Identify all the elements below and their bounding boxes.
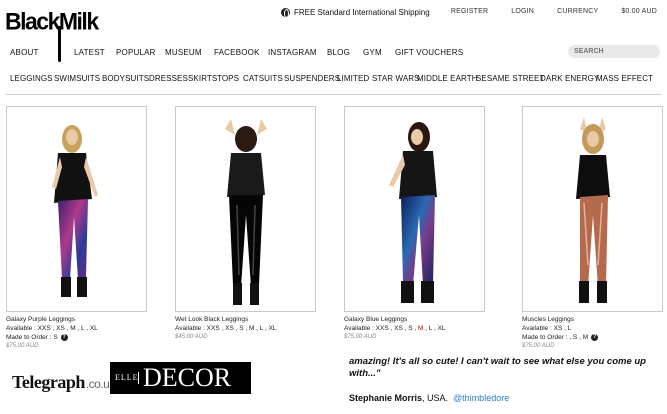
cat-limited[interactable]: LIMITED: [337, 74, 372, 83]
help-icon[interactable]: ?: [60, 334, 68, 341]
product-image[interactable]: [522, 106, 663, 312]
decor-text: DECOR: [143, 363, 232, 392]
made-to-order-text: Made to Order : , S , M: [522, 334, 589, 341]
product-name[interactable]: Wet Look Black Leggings: [175, 316, 316, 324]
globe-icon: [281, 8, 290, 18]
help-icon[interactable]: ?: [591, 334, 599, 341]
product-image[interactable]: [6, 106, 147, 312]
blackmilk-logo[interactable]: BlackMilk: [5, 7, 99, 38]
login-link[interactable]: LOGIN: [511, 8, 534, 15]
main-nav: ABOUT LATEST POPULAR MUSEUM FACEBOOK INS…: [10, 48, 463, 57]
product-price: $75.00 AUD: [344, 334, 377, 340]
product-name[interactable]: Galaxy Blue Leggings: [344, 316, 485, 324]
nav-latest[interactable]: LATEST: [74, 48, 116, 57]
cat-catsuits[interactable]: CATSUITS: [243, 74, 284, 83]
register-link[interactable]: REGISTER: [451, 8, 488, 15]
account-nav: REGISTER LOGIN CURRENCY $0.00 AUD: [428, 8, 657, 15]
header-divider: [6, 94, 661, 95]
product-price: $75.00 AUD: [522, 343, 555, 349]
cat-swimsuits[interactable]: SWIMSUITS: [54, 74, 102, 83]
cart-total-link[interactable]: $0.00 AUD: [621, 8, 657, 15]
shipping-banner: FREE Standard International Shipping: [281, 8, 430, 18]
cat-skirts[interactable]: SKIRTS: [188, 74, 217, 83]
cat-dresses[interactable]: DRESSES: [149, 74, 188, 83]
cat-mass-effect[interactable]: MASS EFFECT: [596, 74, 653, 83]
model-photo: [51, 125, 98, 297]
nav-museum[interactable]: MUSEUM: [165, 48, 214, 57]
cat-suspenders[interactable]: SUSPENDERS: [284, 74, 340, 83]
author-handle-link[interactable]: @thimbledore: [453, 393, 509, 403]
made-to-order: Made to Order : S ?: [6, 333, 147, 342]
availability-text-rest: , L , XL: [423, 325, 446, 332]
product-availability: Available : XXS , XS , S , M , L , XL: [175, 325, 277, 332]
nav-instagram[interactable]: INSTAGRAM: [268, 48, 327, 57]
nav-popular[interactable]: POPULAR: [116, 48, 165, 57]
product-price: $45.00 AUD: [175, 334, 208, 340]
nav-about[interactable]: ABOUT: [10, 48, 58, 57]
elle-text: ELLE: [115, 372, 139, 384]
model-photo: [388, 122, 437, 303]
shipping-text: FREE Standard International Shipping: [294, 8, 430, 17]
testimonial-quote: amazing! It's all so cute! I can't wait …: [349, 356, 646, 379]
product-card[interactable]: Muscles Leggings Available : XS , L Made…: [522, 106, 663, 350]
product-price: $75.00 AUD: [6, 343, 39, 349]
model-photo: [575, 117, 610, 303]
search-input[interactable]: [568, 45, 660, 58]
cat-bodysuits[interactable]: BODYSUITS: [102, 74, 149, 83]
cat-tops[interactable]: TOPS: [217, 74, 243, 83]
currency-link[interactable]: CURRENCY: [557, 8, 598, 15]
product-card[interactable]: Wet Look Black Leggings Available : XXS …: [175, 106, 316, 341]
elle-decor-logo[interactable]: ELLE DECOR: [110, 362, 251, 394]
category-nav: LEGGINGS SWIMSUITS BODYSUITS DRESSES SKI…: [10, 74, 661, 83]
product-availability: Available : XXS , XS , M , L , XL: [6, 325, 98, 332]
author-name: Stephanie Morris: [349, 393, 423, 403]
cat-leggings[interactable]: LEGGINGS: [10, 74, 54, 83]
product-name[interactable]: Muscles Leggings: [522, 316, 663, 324]
product-name[interactable]: Galaxy Purple Leggings: [6, 316, 147, 324]
product-image[interactable]: [344, 106, 485, 312]
cat-middle-earth[interactable]: MIDDLE EARTH: [417, 74, 478, 83]
telegraph-name: Telegraph: [12, 372, 85, 392]
author-location: , USA.: [422, 393, 449, 403]
product-availability: Available : XS , L: [522, 325, 572, 332]
model-photo: [224, 119, 267, 305]
product-card[interactable]: Galaxy Blue Leggings Available : XXS , X…: [344, 106, 485, 341]
product-availability: Available : XXS , XS , S , M , L , XL: [344, 324, 485, 333]
nav-blog[interactable]: BLOG: [327, 48, 363, 57]
logo-text: BlackMilk: [5, 7, 99, 35]
nav-gym[interactable]: GYM: [363, 48, 395, 57]
availability-text: Available : XXS , XS , S ,: [344, 325, 418, 332]
made-to-order: Made to Order : , S , M ?: [522, 333, 663, 342]
made-to-order-text: Made to Order : S: [6, 334, 58, 341]
cat-sesame-street[interactable]: SESAME STREET: [476, 74, 544, 83]
cat-dark-energy[interactable]: DARK ENERGY: [540, 74, 599, 83]
nav-gift-vouchers[interactable]: GIFT VOUCHERS: [395, 48, 463, 57]
cat-star-wars[interactable]: STAR WARS: [372, 74, 419, 83]
product-card[interactable]: Galaxy Purple Leggings Available : XXS ,…: [6, 106, 147, 350]
testimonial-author: Stephanie Morris, USA. @thimbledore: [349, 393, 509, 403]
nav-facebook[interactable]: FACEBOOK: [214, 48, 268, 57]
product-image[interactable]: [175, 106, 316, 312]
telegraph-logo[interactable]: Telegraph.co.uk: [12, 372, 115, 393]
